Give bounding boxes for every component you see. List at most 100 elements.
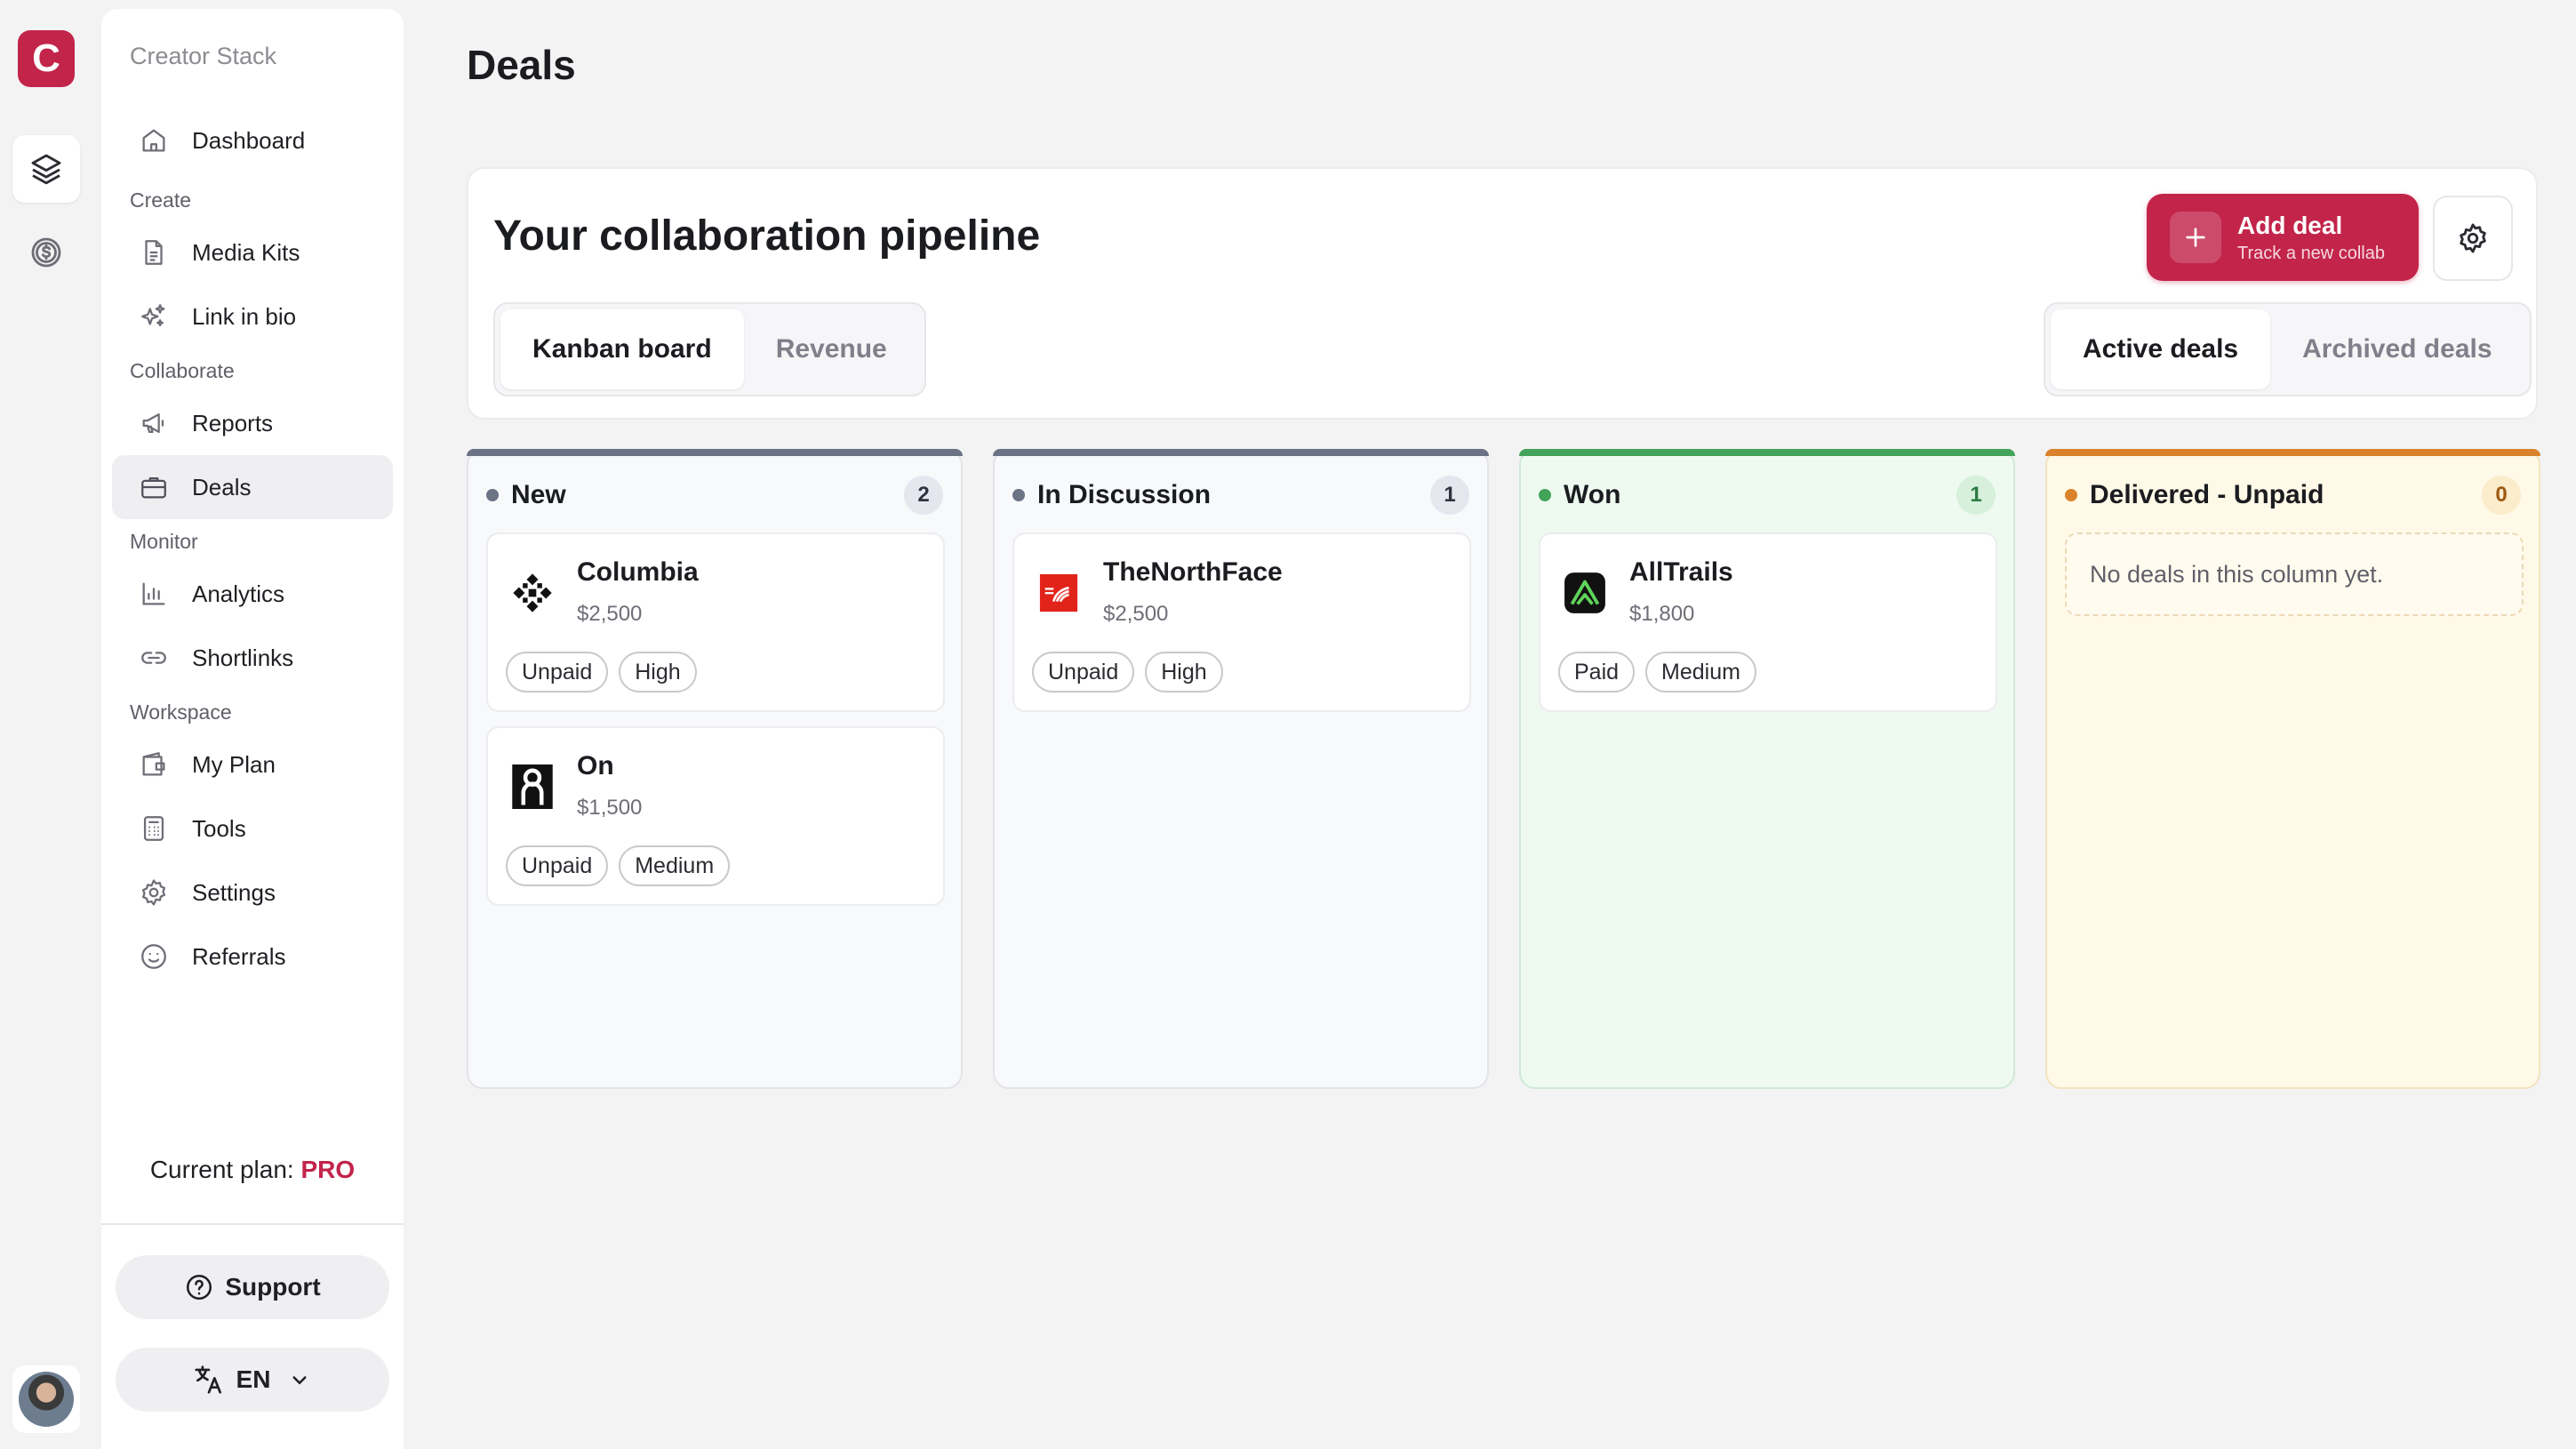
rail-apps-button[interactable] [12, 135, 80, 203]
sidebar-item-label: Reports [192, 409, 274, 436]
column-count-badge: 1 [1956, 476, 1996, 515]
priority-tag: Medium [619, 845, 731, 886]
layers-icon [31, 154, 61, 185]
sidebar-item-label: Link in bio [192, 302, 297, 330]
sidebar-item-link-in-bio[interactable]: Link in bio [112, 284, 393, 348]
section-title: Your collaboration pipeline [493, 212, 1041, 260]
icon-rail: C [0, 0, 101, 1449]
rail-money-button[interactable] [12, 219, 80, 286]
section-create: Create [130, 188, 192, 212]
tab-active-deals[interactable]: Active deals [2051, 309, 2271, 389]
column-status-dot [486, 489, 499, 501]
home-icon [142, 129, 165, 152]
sidebar-item-media-kits[interactable]: Media Kits [112, 220, 393, 284]
deal-name: TheNorthFace [1103, 557, 1283, 587]
deal-card-thenorthface[interactable]: TheNorthFace $2,500 Unpaid High [1012, 532, 1471, 712]
avatar-image [19, 1372, 74, 1427]
kanban-column-new: New 2 Columbia $2,500 Unpaid High On $1,… [467, 449, 963, 1089]
column-header: Delivered - Unpaid 0 [2065, 476, 2521, 515]
link-icon [141, 652, 166, 664]
sidebar-item-analytics[interactable]: Analytics [112, 562, 393, 626]
tab-revenue[interactable]: Revenue [744, 309, 919, 389]
pipeline-header-card: Your collaboration pipeline Kanban board… [467, 167, 2538, 420]
add-deal-sublabel: Track a new collab [2237, 243, 2385, 263]
section-monitor: Monitor [130, 530, 198, 553]
chevron-down-icon [292, 1376, 307, 1385]
column-accent-bar [1519, 449, 2015, 456]
on-logo-icon [506, 760, 559, 813]
sidebar-item-label: Referrals [192, 942, 286, 970]
kanban-column-delivered-unpaid: Delivered - Unpaid 0 No deals in this co… [2045, 449, 2540, 1089]
section-workspace: Workspace [130, 700, 232, 724]
column-status-dot [1539, 489, 1551, 501]
empty-column-message: No deals in this column yet. [2065, 532, 2524, 616]
current-plan-value[interactable]: PRO [300, 1156, 355, 1183]
column-title: In Discussion [1037, 480, 1212, 509]
deal-name: Columbia [577, 557, 699, 587]
northface-logo-icon [1032, 566, 1085, 620]
deal-amount: $2,500 [1103, 602, 1169, 626]
section-collaborate: Collaborate [130, 359, 235, 382]
add-deal-button[interactable]: Add deal Track a new collab [2147, 194, 2419, 281]
sidebar-item-label: My Plan [192, 750, 276, 778]
sidebar: Creator Stack Dashboard Create Media Kit… [101, 9, 404, 1449]
sidebar-item-tools[interactable]: Tools [112, 797, 393, 861]
sidebar-item-deals[interactable]: Deals [112, 455, 393, 519]
sidebar-divider [101, 1223, 404, 1225]
deal-card-on[interactable]: On $1,500 Unpaid Medium [486, 726, 945, 906]
user-avatar[interactable] [12, 1365, 80, 1433]
columbia-logo-icon [506, 566, 559, 620]
payment-status-tag: Unpaid [1032, 652, 1135, 692]
kanban-column-in-discussion: In Discussion 1 TheNorthFace $2,500 Unpa… [993, 449, 1489, 1089]
support-button[interactable]: Support [116, 1255, 389, 1319]
deal-amount: $2,500 [577, 602, 643, 626]
deal-card-columbia[interactable]: Columbia $2,500 Unpaid High [486, 532, 945, 712]
sidebar-item-label: Analytics [192, 580, 285, 607]
bar-chart-icon [142, 582, 165, 605]
calculator-icon [143, 816, 164, 841]
briefcase-icon [141, 476, 166, 499]
pipeline-settings-button[interactable] [2433, 196, 2513, 281]
column-title: New [511, 480, 566, 509]
column-header: In Discussion 1 [1012, 476, 1469, 515]
sidebar-item-referrals[interactable]: Referrals [112, 925, 393, 989]
dollar-circle-icon [31, 237, 61, 268]
kanban-column-won: Won 1 AllTrails $1,800 Paid Medium [1519, 449, 2015, 1089]
column-accent-bar [993, 449, 1489, 456]
gear-icon [141, 879, 166, 906]
payment-status-tag: Unpaid [506, 652, 609, 692]
deal-card-alltrails[interactable]: AllTrails $1,800 Paid Medium [1539, 532, 1997, 712]
sidebar-item-reports[interactable]: Reports [112, 391, 393, 455]
sidebar-item-my-plan[interactable]: My Plan [112, 733, 393, 797]
sidebar-item-shortlinks[interactable]: Shortlinks [112, 626, 393, 690]
payment-status-tag: Paid [1558, 652, 1636, 692]
help-circle-icon [187, 1274, 212, 1301]
column-header: Won 1 [1539, 476, 1996, 515]
tab-kanban-board[interactable]: Kanban board [500, 309, 744, 389]
priority-tag: Medium [1645, 652, 1756, 692]
document-icon [145, 240, 163, 265]
column-count-badge: 2 [904, 476, 943, 515]
column-title: Won [1564, 480, 1621, 509]
sidebar-item-label: Shortlinks [192, 644, 294, 671]
column-title: Delivered - Unpaid [2090, 480, 2324, 509]
current-plan-label: Current plan: [149, 1156, 294, 1183]
column-accent-bar [467, 449, 963, 456]
sidebar-item-settings[interactable]: Settings [112, 861, 393, 925]
deal-filter-tabs: Active deals Archived deals [2044, 302, 2532, 396]
column-count-badge: 0 [2482, 476, 2521, 515]
priority-tag: High [619, 652, 697, 692]
tab-archived-deals[interactable]: Archived deals [2270, 309, 2524, 389]
current-plan: Current plan: PRO [101, 1156, 404, 1184]
column-accent-bar [2045, 449, 2540, 456]
payment-status-tag: Unpaid [506, 845, 609, 886]
gear-icon [2460, 223, 2486, 253]
app-logo[interactable]: C [18, 30, 75, 87]
column-header: New 2 [486, 476, 943, 515]
language-selector[interactable]: EN [116, 1348, 389, 1412]
sidebar-item-dashboard[interactable]: Dashboard [112, 108, 393, 172]
deal-amount: $1,800 [1629, 602, 1695, 626]
sidebar-item-label: Media Kits [192, 238, 300, 266]
smiley-icon [141, 944, 166, 969]
column-status-dot [2065, 489, 2077, 501]
